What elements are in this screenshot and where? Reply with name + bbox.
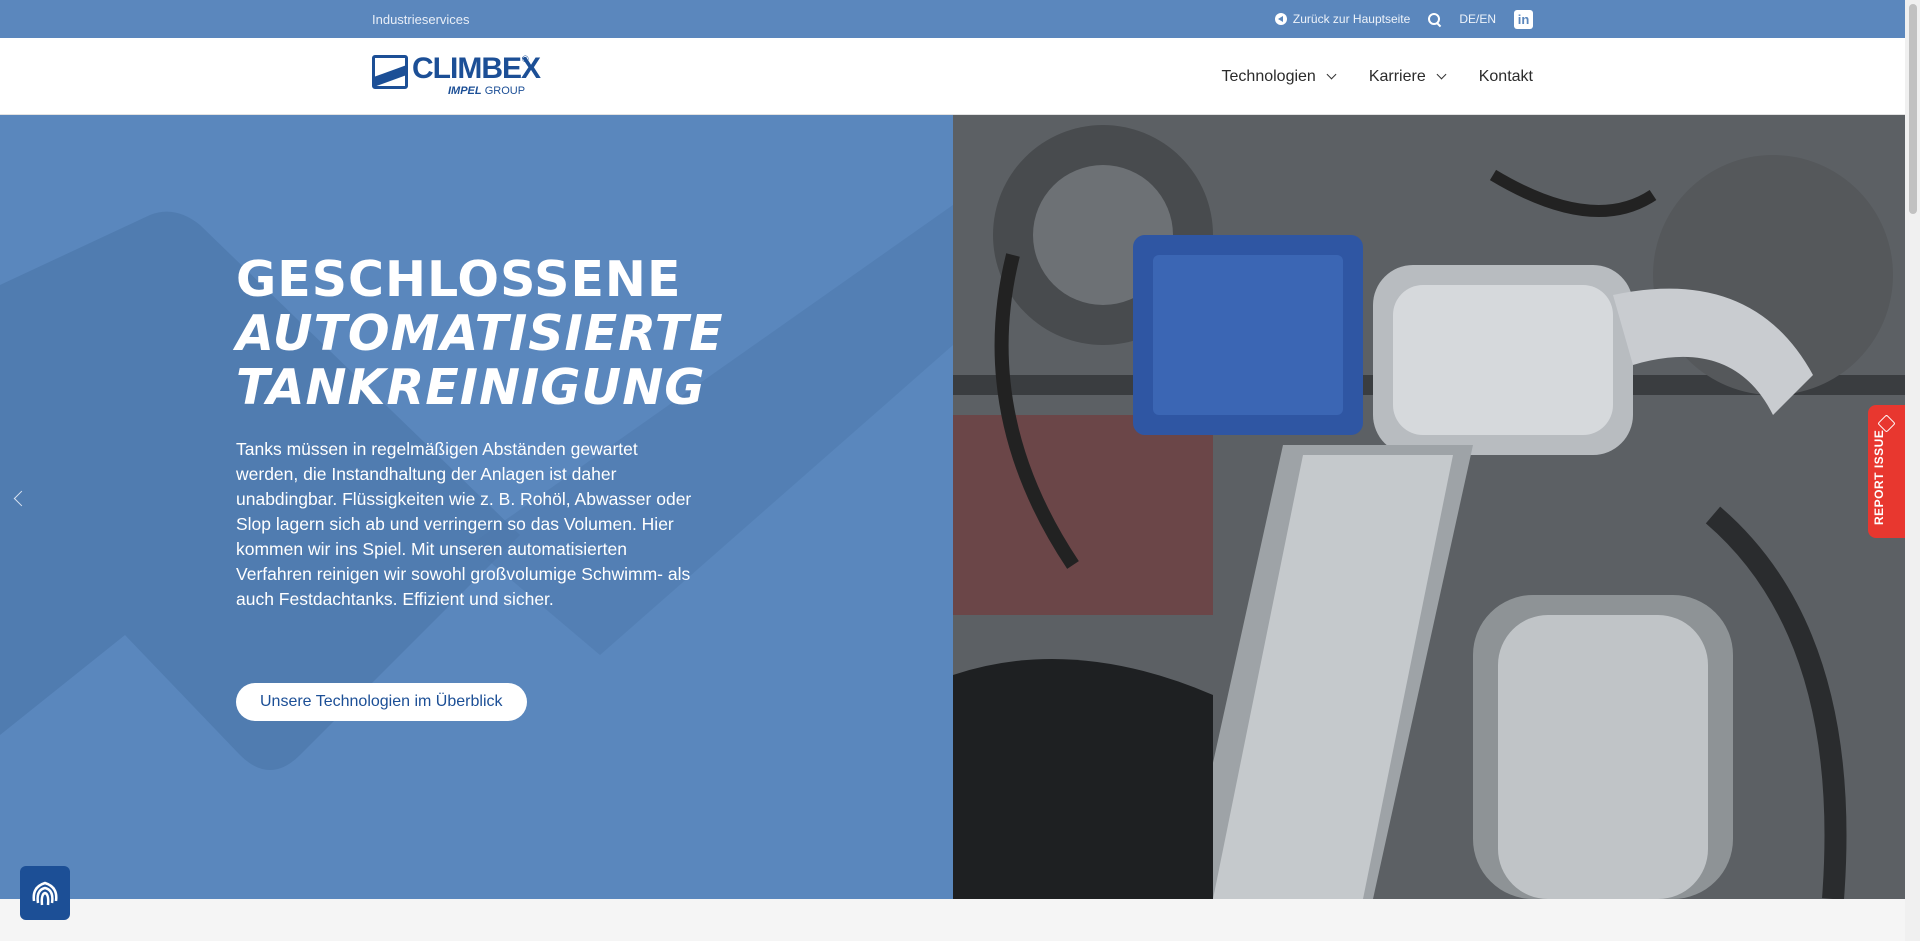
back-to-main-label: Zurück zur Hauptseite [1292, 12, 1411, 26]
main-nav: Technologien Karriere Kontakt [1222, 38, 1533, 115]
nav-label: Kontakt [1478, 67, 1533, 85]
hero-title-line-2: AUTOMATISIERTE [236, 305, 724, 362]
top-bar: Industrieservices Zurück zur Hauptseite … [0, 0, 1905, 38]
nav-label: Karriere [1368, 67, 1426, 85]
chevron-down-icon [1326, 69, 1337, 80]
nav-item-technologien[interactable]: Technologien [1221, 67, 1337, 86]
logo-sub-rest: GROUP [484, 85, 526, 97]
linkedin-icon[interactable]: in [1514, 9, 1533, 29]
hero-section: GESCHLOSSENE AUTOMATISIERTE TANKREINIGUN… [0, 115, 1905, 899]
logo-sub-bold: IMPEL [448, 85, 482, 97]
scrollbar-thumb[interactable] [1909, 4, 1917, 214]
main-header: CLIMBEX ® IMPEL GROUP Technologien Karri… [0, 38, 1905, 115]
report-issue-tab[interactable]: REPORT ISSUE [1868, 405, 1905, 538]
logo-registered: ® [522, 54, 529, 64]
hero-image [953, 115, 1905, 899]
industrieservices-link[interactable]: Industrieservices [372, 12, 470, 27]
climbex-logo[interactable]: CLIMBEX ® IMPEL GROUP [372, 52, 541, 100]
report-issue-label: REPORT ISSUE [1872, 429, 1886, 525]
hero-title-line-3: TANKREINIGUNG [236, 359, 706, 416]
hero-title-line-1: GESCHLOSSENE [236, 251, 682, 308]
nav-item-kontakt[interactable]: Kontakt [1479, 68, 1533, 86]
hero-title: GESCHLOSSENE AUTOMATISIERTE TANKREINIGUN… [236, 253, 724, 415]
technologies-overview-button[interactable]: Unsere Technologien im Überblick [236, 683, 527, 721]
climbex-logo-mark [372, 55, 408, 89]
back-to-main-link[interactable]: Zurück zur Hauptseite [1274, 12, 1411, 26]
hero-text-panel: GESCHLOSSENE AUTOMATISIERTE TANKREINIGUN… [0, 115, 953, 899]
language-switcher[interactable]: DE/EN [1459, 12, 1496, 26]
fingerprint-consent-button[interactable] [20, 866, 70, 920]
top-bar-actions: Zurück zur Hauptseite DE/EN in [1274, 0, 1533, 38]
logo-subline: IMPEL GROUP [448, 85, 525, 97]
arrow-left-circle-icon [1274, 13, 1287, 25]
nav-label: Technologien [1221, 67, 1316, 85]
fingerprint-icon [32, 881, 58, 906]
search-icon[interactable] [1428, 12, 1441, 26]
page-scrollbar[interactable] [1905, 0, 1920, 941]
machinery-photo-illustration [953, 115, 1905, 899]
logo-wordmark: CLIMBEX [412, 52, 541, 85]
nav-item-karriere[interactable]: Karriere [1368, 67, 1447, 86]
chevron-down-icon [1436, 69, 1447, 80]
hero-description: Tanks müssen in regelmäßigen Abständen g… [236, 439, 692, 609]
